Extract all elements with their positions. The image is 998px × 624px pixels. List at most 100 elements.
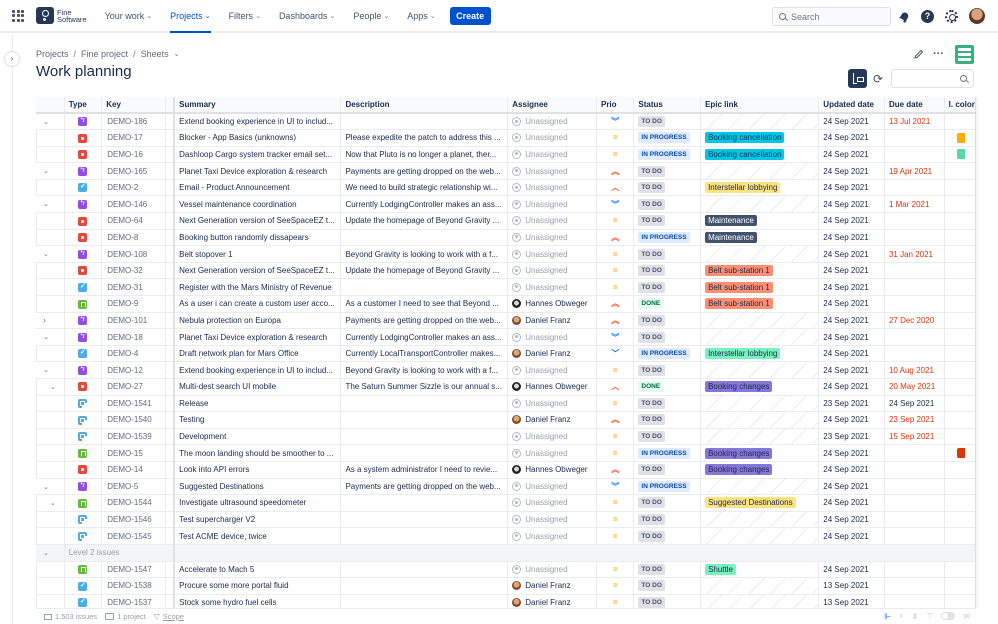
table-row[interactable]: DEMO-1540 Testing Daniel Franz ︽ TO DO 24 Sep… [36, 411, 976, 429]
epic-link-cell[interactable] [700, 361, 820, 379]
assignee-cell[interactable]: Hannes Obweger [507, 378, 597, 396]
status-cell[interactable]: IN PROGRESS [633, 444, 702, 462]
epic-link-cell[interactable]: Belt sub-station 1 [700, 262, 820, 280]
due-date-cell[interactable] [884, 444, 945, 462]
priority-cell[interactable]: = [596, 395, 635, 413]
epic-link-cell[interactable] [700, 527, 820, 545]
issue-key[interactable]: DEMO-64 [101, 212, 166, 230]
summary-cell[interactable]: As a user i can create a custom user acc… [174, 295, 342, 313]
due-date-cell[interactable] [884, 577, 945, 595]
table-row[interactable]: DEMO-14 Look into API errors As a system a… [36, 461, 976, 479]
priority-cell[interactable]: = [596, 577, 635, 595]
updated-date-cell[interactable]: 24 Sep 2021 [818, 129, 885, 147]
help-icon[interactable]: ? [921, 10, 934, 23]
summary-cell[interactable]: Development [174, 428, 342, 446]
epic-link-cell[interactable] [700, 511, 820, 529]
status-cell[interactable]: TO DO [633, 411, 702, 429]
table-row[interactable]: ⌄ DEMO-5 Suggested DestinationsPayments ar… [36, 478, 976, 496]
due-date-cell[interactable]: 20 May 2021 [884, 378, 945, 396]
table-row[interactable]: DEMO-1537 Stock some hydro fuel cells Dani… [36, 594, 976, 608]
column-header-due-date[interactable]: Due date [884, 97, 945, 114]
status-cell[interactable]: DONE [633, 378, 702, 396]
refresh-icon[interactable]: ⟳ [873, 72, 883, 86]
summary-cell[interactable]: Belt stopover 1 [174, 245, 342, 263]
summary-cell[interactable]: Suggested Destinations [174, 478, 342, 496]
issue-color-cell[interactable] [944, 146, 976, 164]
summary-cell[interactable]: Release [174, 395, 342, 413]
table-row[interactable]: DEMO-1541 Release Unassigned = TO DO 23 Sep 2… [36, 395, 976, 413]
summary-cell[interactable]: Email - Product Announcement [174, 179, 342, 197]
user-avatar[interactable] [969, 8, 985, 24]
summary-cell[interactable]: Test supercharger V2 [174, 511, 342, 529]
assignee-cell[interactable]: Unassigned [507, 278, 597, 297]
updated-date-cell[interactable]: 24 Sep 2021 [818, 262, 885, 280]
chevron-down-icon[interactable]: ⌄ [43, 333, 49, 341]
logo[interactable]: Fine Software [36, 7, 87, 24]
issue-key[interactable]: DEMO-101 [101, 312, 166, 330]
due-date-cell[interactable]: 31 Jan 2021 [884, 245, 945, 263]
assignee-cell[interactable]: Daniel Franz [507, 594, 597, 608]
updated-date-cell[interactable]: 24 Sep 2021 [818, 312, 885, 330]
column-header-assignee[interactable]: Assignee [507, 97, 597, 114]
table-row[interactable]: DEMO-4 Draft network plan for Mars Office… [36, 345, 976, 363]
status-cell[interactable]: TO DO [633, 312, 702, 330]
description-cell[interactable]: Update the homepage of Beyond Gravity ..… [340, 262, 509, 280]
status-cell[interactable]: TO DO [633, 577, 702, 595]
description-cell[interactable] [340, 278, 509, 297]
updated-date-cell[interactable]: 24 Sep 2021 [818, 278, 885, 297]
nav-item-filters[interactable]: Filters ⌄ [229, 0, 261, 32]
summary-cell[interactable]: Booking button randomly dissapears [174, 229, 342, 247]
description-cell[interactable] [340, 527, 509, 545]
issue-color-cell[interactable] [944, 345, 976, 363]
due-date-cell[interactable] [884, 129, 945, 147]
due-date-cell[interactable] [884, 212, 945, 230]
epic-tag[interactable]: Belt sub-station 1 [705, 265, 773, 277]
epic-link-cell[interactable] [700, 594, 820, 608]
issue-key[interactable]: DEMO-1544 [101, 494, 166, 512]
assignee-cell[interactable]: Hannes Obweger [507, 295, 597, 313]
issue-key[interactable]: DEMO-9 [101, 295, 166, 313]
summary-cell[interactable]: Draft network plan for Mars Office [174, 345, 342, 363]
updated-date-cell[interactable]: 24 Sep 2021 [818, 561, 885, 579]
epic-link-cell[interactable] [700, 328, 820, 346]
chevron-down-icon[interactable]: ⌄ [43, 483, 49, 491]
description-cell[interactable]: As a customer I need to see that Beyond … [340, 295, 509, 313]
chevron-down-icon[interactable]: ⌄ [43, 200, 49, 208]
updated-date-cell[interactable]: 24 Sep 2021 [818, 511, 885, 529]
assignee-cell[interactable]: Unassigned [507, 212, 597, 230]
issue-color-cell[interactable] [944, 179, 976, 197]
summary-cell[interactable]: Vessel maintenance coordination [174, 195, 342, 214]
status-cell[interactable]: TO DO [633, 561, 702, 579]
issue-key[interactable]: DEMO-1539 [101, 428, 166, 446]
issue-key[interactable]: DEMO-17 [101, 129, 166, 147]
description-cell[interactable]: Beyond Gravity is looking to work with a… [340, 245, 509, 263]
description-cell[interactable] [340, 494, 509, 512]
assignee-cell[interactable]: Hannes Obweger [507, 461, 597, 479]
issue-color-cell[interactable] [944, 494, 976, 512]
issue-color-cell[interactable] [944, 162, 976, 180]
expand-sidebar-button[interactable]: › [5, 52, 19, 66]
epic-tag[interactable]: Interstellar lobbying [705, 182, 781, 194]
priority-cell[interactable]: = [596, 561, 635, 579]
epic-link-cell[interactable]: Belt sub-station 1 [700, 278, 820, 297]
assignee-cell[interactable]: Unassigned [507, 444, 597, 462]
issue-key[interactable]: DEMO-108 [101, 245, 166, 263]
issue-key[interactable]: DEMO-2 [101, 179, 166, 197]
priority-cell[interactable]: = [596, 444, 635, 462]
priority-cell[interactable]: ︽ [596, 312, 635, 330]
issue-key[interactable]: DEMO-186 [101, 113, 166, 131]
status-cell[interactable]: TO DO [633, 195, 702, 214]
column-header-updated-date[interactable]: Updated date [818, 97, 885, 114]
due-date-cell[interactable] [884, 262, 945, 280]
priority-cell[interactable]: = [596, 262, 635, 280]
group-row[interactable]: ⌄ Level 2 issues [36, 544, 976, 562]
due-date-cell[interactable]: 19 Apr 2021 [884, 162, 945, 180]
description-cell[interactable] [340, 511, 509, 529]
issue-key[interactable]: DEMO-1537 [101, 594, 166, 608]
summary-cell[interactable]: Investigate ultrasound speedometer [174, 494, 342, 512]
sort-icon[interactable]: ⇕ [912, 612, 919, 621]
nav-item-dashboards[interactable]: Dashboards ⌄ [279, 0, 335, 32]
summary-cell[interactable]: Extend booking experience in UI to inclu… [174, 361, 342, 379]
updated-date-cell[interactable]: 24 Sep 2021 [818, 411, 885, 429]
summary-cell[interactable]: Next Generation version of SeeSpaceEZ t.… [174, 262, 342, 280]
